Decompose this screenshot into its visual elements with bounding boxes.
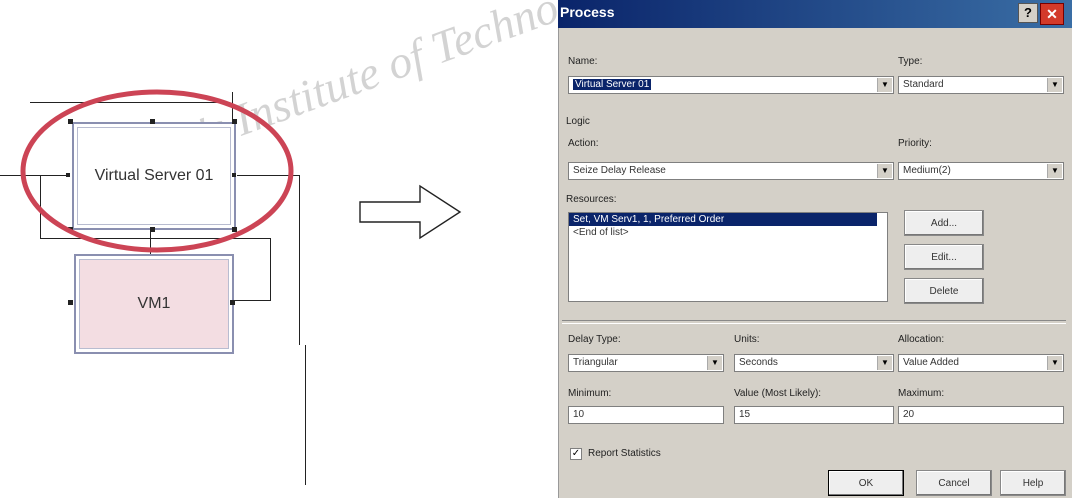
add-button[interactable]: Add...	[904, 210, 984, 236]
delay-type-combobox[interactable]: Triangular ▼	[568, 354, 724, 372]
list-item[interactable]: Set, VM Serv1, 1, Preferred Order	[569, 213, 877, 226]
priority-combobox[interactable]: Medium(2) ▼	[898, 162, 1064, 180]
chevron-down-icon[interactable]: ▼	[1047, 78, 1062, 92]
units-label: Units:	[734, 334, 760, 345]
cancel-button-label: Cancel	[938, 477, 970, 489]
name-combobox[interactable]: Virtual Server 01 ▼	[568, 76, 894, 94]
connector-line	[305, 345, 306, 485]
dialog-titlebar[interactable]	[558, 0, 1072, 28]
list-item[interactable]: <End of list>	[569, 226, 887, 239]
report-statistics-checkbox[interactable]: ✓	[570, 448, 582, 460]
type-value: Standard	[903, 79, 944, 90]
close-icon: ✕	[1046, 6, 1058, 22]
connector-line	[299, 175, 300, 345]
allocation-value: Value Added	[903, 357, 959, 368]
delete-button[interactable]: Delete	[904, 278, 984, 304]
dialog-title: Process	[560, 4, 615, 20]
help-button-label: Help	[1022, 477, 1044, 489]
edit-button-label: Edit...	[931, 251, 957, 263]
priority-value: Medium(2)	[903, 165, 951, 176]
divider	[562, 320, 1066, 324]
port-connector[interactable]	[68, 300, 73, 305]
minimum-label: Minimum:	[568, 388, 612, 399]
resources-label: Resources:	[566, 194, 617, 205]
edit-button[interactable]: Edit...	[904, 244, 984, 270]
logic-group-label: Logic	[566, 116, 590, 127]
chevron-down-icon[interactable]: ▼	[1047, 164, 1062, 178]
action-combobox[interactable]: Seize Delay Release ▼	[568, 162, 894, 180]
add-button-label: Add...	[930, 217, 958, 229]
highlight-ellipse	[20, 89, 294, 253]
allocation-label: Allocation:	[898, 334, 945, 345]
ok-button-label: OK	[858, 477, 874, 489]
checkmark-icon: ✓	[571, 448, 581, 459]
delay-type-label: Delay Type:	[568, 334, 621, 345]
right-arrow-icon	[359, 184, 462, 240]
name-value: Virtual Server 01	[573, 79, 652, 90]
chevron-down-icon[interactable]: ▼	[877, 78, 892, 92]
resources-listbox[interactable]: Set, VM Serv1, 1, Preferred Order <End o…	[568, 212, 888, 302]
process-block-vm1[interactable]: VM1	[74, 254, 234, 354]
maximum-label: Maximum:	[898, 388, 945, 399]
action-value: Seize Delay Release	[573, 165, 666, 176]
chevron-down-icon[interactable]: ▼	[877, 356, 892, 370]
help-title-button[interactable]: ?	[1018, 3, 1038, 23]
action-label: Action:	[568, 138, 599, 149]
question-icon: ?	[1024, 5, 1032, 20]
type-label: Type:	[898, 56, 923, 67]
close-button[interactable]: ✕	[1040, 3, 1064, 25]
most-likely-label: Value (Most Likely):	[734, 388, 822, 399]
ok-button[interactable]: OK	[828, 470, 904, 496]
connector-line	[233, 300, 271, 301]
most-likely-input[interactable]: 15	[734, 406, 894, 424]
chevron-down-icon[interactable]: ▼	[1047, 356, 1062, 370]
delay-type-value: Triangular	[573, 357, 618, 368]
chevron-down-icon[interactable]: ▼	[877, 164, 892, 178]
maximum-input[interactable]: 20	[898, 406, 1064, 424]
units-value: Seconds	[739, 357, 778, 368]
priority-label: Priority:	[898, 138, 932, 149]
minimum-input[interactable]: 10	[568, 406, 724, 424]
type-combobox[interactable]: Standard ▼	[898, 76, 1064, 94]
report-statistics-label: Report Statistics	[588, 448, 661, 459]
allocation-combobox[interactable]: Value Added ▼	[898, 354, 1064, 372]
block-label: VM1	[137, 295, 171, 312]
units-combobox[interactable]: Seconds ▼	[734, 354, 894, 372]
chevron-down-icon[interactable]: ▼	[707, 356, 722, 370]
name-label: Name:	[568, 56, 598, 67]
delete-button-label: Delete	[929, 285, 959, 297]
cancel-button[interactable]: Cancel	[916, 470, 992, 496]
help-button[interactable]: Help	[1000, 470, 1066, 496]
port-connector[interactable]	[230, 300, 235, 305]
